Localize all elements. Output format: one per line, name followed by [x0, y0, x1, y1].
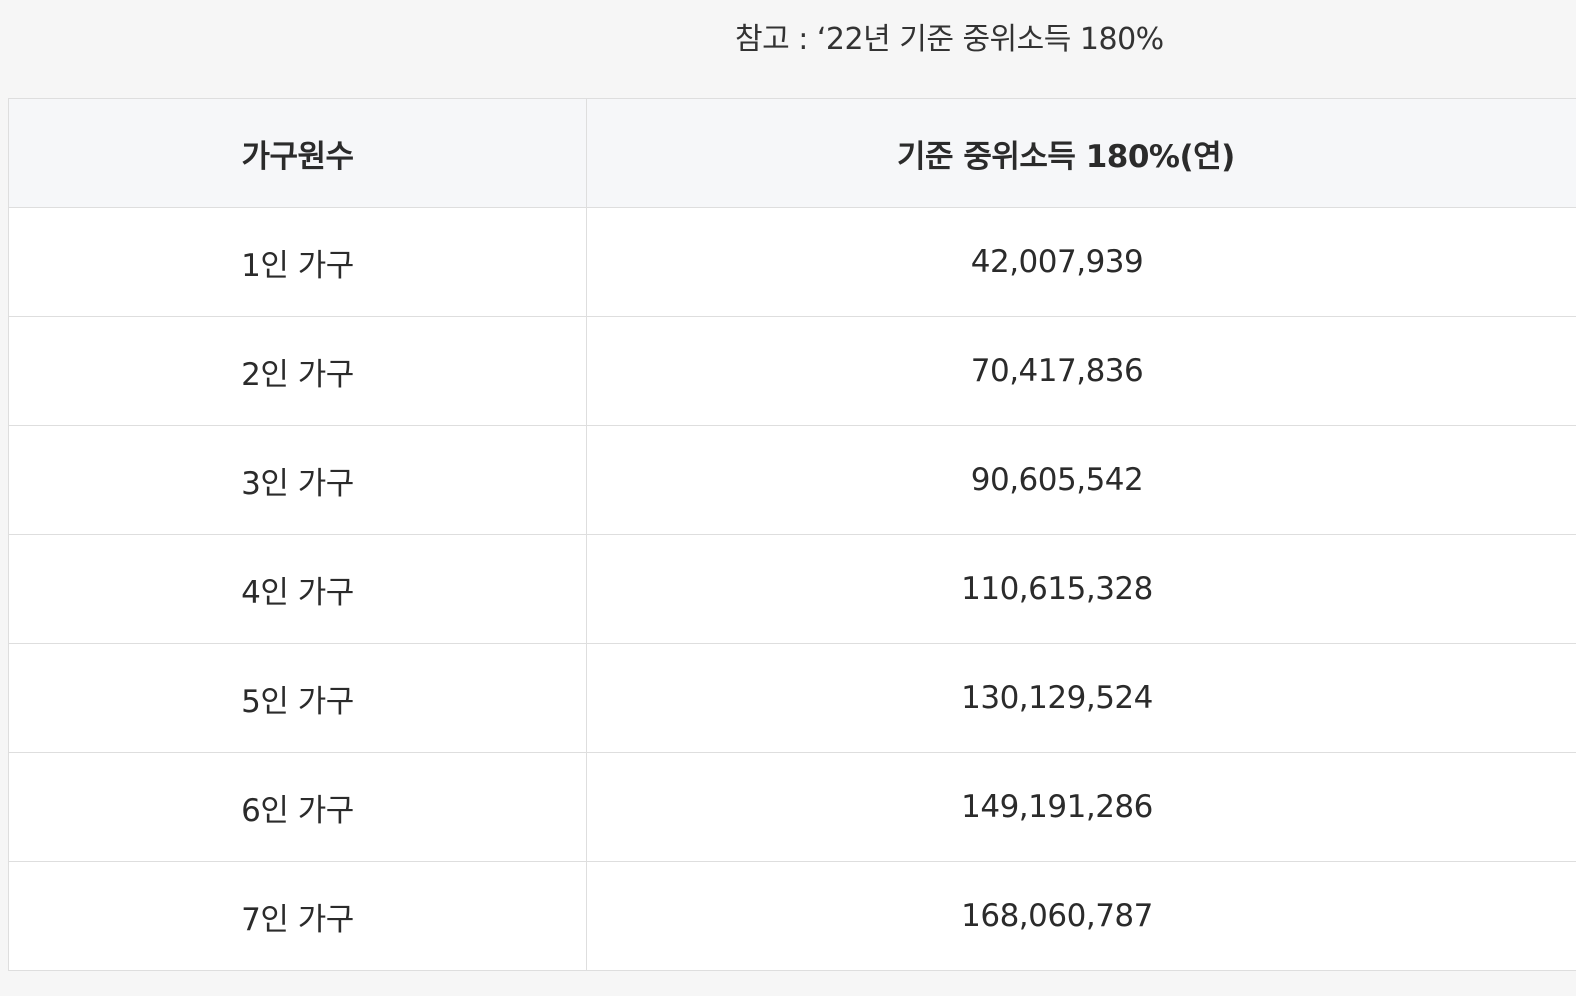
table-row: 4인 가구 110,615,328 [8, 534, 1576, 644]
cell-household: 7인 가구 [8, 861, 587, 971]
cell-amount: 168,060,787 [586, 861, 1576, 971]
table-row: 3인 가구 90,605,542 [8, 425, 1576, 535]
cell-household: 4인 가구 [8, 534, 587, 644]
cell-amount: 110,615,328 [586, 534, 1576, 644]
cell-household: 6인 가구 [8, 752, 587, 862]
table-row: 1인 가구 42,007,939 [8, 207, 1576, 317]
cell-amount: 149,191,286 [586, 752, 1576, 862]
cell-amount: 70,417,836 [586, 316, 1576, 426]
header-median-income: 기준 중위소득 180%(연) [586, 98, 1576, 208]
page: 참고 : ‘22년 기준 중위소득 180% 가구원수 기준 중위소득 180%… [0, 0, 1576, 996]
table-header-row: 가구원수 기준 중위소득 180%(연) [8, 98, 1576, 208]
cell-household: 3인 가구 [8, 425, 587, 535]
cell-household: 2인 가구 [8, 316, 587, 426]
table-row: 7인 가구 168,060,787 [8, 861, 1576, 971]
table-row: 5인 가구 130,129,524 [8, 643, 1576, 753]
header-household-size: 가구원수 [8, 98, 587, 208]
cell-amount: 42,007,939 [586, 207, 1576, 317]
cell-amount: 130,129,524 [586, 643, 1576, 753]
median-income-table: 가구원수 기준 중위소득 180%(연) 1인 가구 42,007,939 2인… [8, 98, 1576, 971]
table-row: 2인 가구 70,417,836 [8, 316, 1576, 426]
cell-amount: 90,605,542 [586, 425, 1576, 535]
reference-note: 참고 : ‘22년 기준 중위소득 180% [735, 22, 1164, 57]
table-row: 6인 가구 149,191,286 [8, 752, 1576, 862]
cell-household: 5인 가구 [8, 643, 587, 753]
cell-household: 1인 가구 [8, 207, 587, 317]
